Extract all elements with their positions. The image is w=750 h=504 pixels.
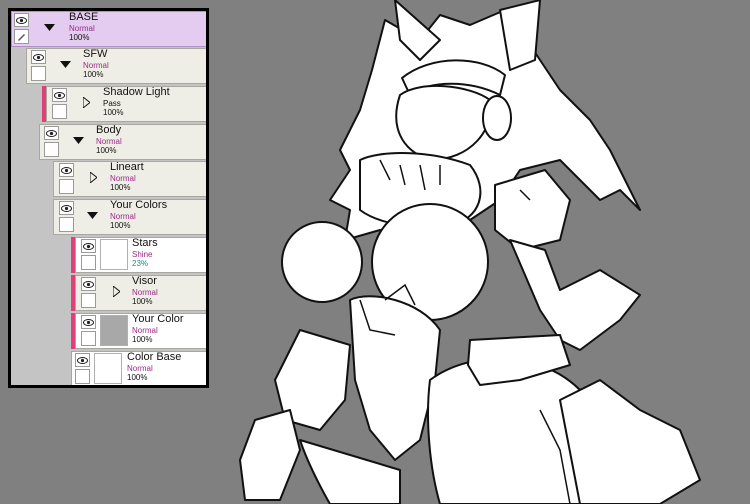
folder-expanded-icon[interactable] bbox=[60, 61, 71, 68]
layer-your-colors[interactable]: Your Colors Normal 100% bbox=[11, 199, 206, 235]
layer-blend-mode: Normal bbox=[69, 24, 95, 33]
layer-thumbnail bbox=[100, 315, 128, 346]
visibility-eye-icon[interactable] bbox=[81, 277, 96, 291]
headphone-icon bbox=[482, 95, 512, 141]
visibility-eye-icon[interactable] bbox=[14, 13, 29, 27]
visibility-eye-icon[interactable] bbox=[59, 163, 74, 177]
layer-opacity: 100% bbox=[110, 183, 131, 192]
pencil-icon[interactable] bbox=[14, 29, 29, 44]
folder-collapsed-icon[interactable] bbox=[113, 286, 120, 297]
lock-box[interactable] bbox=[81, 331, 96, 346]
left-hand bbox=[239, 409, 301, 501]
layer-name: Body bbox=[96, 124, 122, 136]
layer-body[interactable]: Body Normal 100% bbox=[11, 124, 206, 160]
layer-blend-mode: Normal bbox=[110, 174, 136, 183]
layer-name: Lineart bbox=[110, 161, 144, 173]
layer-blend-mode: Normal bbox=[96, 137, 122, 146]
layer-visor[interactable]: Visor Normal 100% bbox=[11, 275, 206, 311]
layer-color-base[interactable]: Color Base Normal 100% bbox=[11, 351, 206, 385]
layer-name: BASE bbox=[69, 11, 99, 23]
visibility-eye-icon[interactable] bbox=[81, 239, 96, 253]
layer-thumbnail bbox=[100, 239, 128, 270]
torso-armor bbox=[349, 295, 441, 461]
lock-box[interactable] bbox=[44, 142, 59, 157]
folder-collapsed-icon[interactable] bbox=[90, 172, 97, 183]
layer-name: Shadow Light bbox=[103, 86, 170, 98]
layer-blend-mode: Shine bbox=[132, 250, 153, 259]
lock-box[interactable] bbox=[31, 66, 46, 81]
layer-opacity: 100% bbox=[103, 108, 124, 117]
layer-blend-mode: Normal bbox=[132, 288, 158, 297]
layer-opacity: 100% bbox=[132, 335, 153, 344]
layer-blend-mode: Pass bbox=[103, 99, 121, 108]
layer-stars[interactable]: Stars Shine 23% bbox=[11, 237, 206, 273]
left-breast bbox=[281, 221, 363, 303]
layer-blend-mode: Normal bbox=[110, 212, 136, 221]
visibility-eye-icon[interactable] bbox=[31, 50, 46, 64]
lower-body bbox=[299, 439, 401, 504]
layer-base[interactable]: BASE Normal 100% bbox=[11, 11, 206, 47]
lock-box[interactable] bbox=[81, 255, 96, 270]
layers-panel: BASE Normal 100% SFW Normal 100% Shadow … bbox=[8, 8, 209, 388]
layer-name: SFW bbox=[83, 48, 108, 60]
layer-name: Visor bbox=[132, 275, 157, 287]
layer-thumbnail bbox=[94, 353, 122, 384]
layer-name: Color Base bbox=[127, 351, 182, 363]
visibility-eye-icon[interactable] bbox=[44, 126, 59, 140]
right-arm bbox=[509, 239, 641, 351]
visibility-eye-icon[interactable] bbox=[52, 88, 67, 102]
layer-lineart[interactable]: Lineart Normal 100% bbox=[11, 161, 206, 197]
visibility-eye-icon[interactable] bbox=[59, 201, 74, 215]
layer-blend-mode: Normal bbox=[127, 364, 153, 373]
folder-collapsed-icon[interactable] bbox=[83, 97, 90, 108]
layer-opacity: 100% bbox=[132, 297, 153, 306]
folder-expanded-icon[interactable] bbox=[44, 24, 55, 31]
layer-opacity: 23% bbox=[132, 259, 149, 268]
folder-expanded-icon[interactable] bbox=[87, 212, 98, 219]
layer-your-color[interactable]: Your Color Normal 100% bbox=[11, 313, 206, 349]
lock-box[interactable] bbox=[75, 369, 90, 384]
layer-sfw[interactable]: SFW Normal 100% bbox=[11, 48, 206, 84]
visibility-eye-icon[interactable] bbox=[81, 315, 96, 329]
layer-blend-mode: Normal bbox=[132, 326, 158, 335]
folder-expanded-icon[interactable] bbox=[73, 137, 84, 144]
layer-opacity: 100% bbox=[96, 146, 117, 155]
visibility-eye-icon[interactable] bbox=[75, 353, 90, 367]
layer-name: Your Colors bbox=[110, 199, 168, 211]
layer-shadow-light[interactable]: Shadow Light Pass 100% bbox=[11, 86, 206, 122]
layer-opacity: 100% bbox=[69, 33, 90, 42]
layer-opacity: 100% bbox=[127, 373, 148, 382]
layer-opacity: 100% bbox=[83, 70, 104, 79]
lock-box[interactable] bbox=[59, 179, 74, 194]
layer-opacity: 100% bbox=[110, 221, 131, 230]
lock-box[interactable] bbox=[81, 293, 96, 308]
shoulder-armor bbox=[494, 169, 571, 251]
layer-blend-mode: Normal bbox=[83, 61, 109, 70]
tail-fur bbox=[559, 379, 701, 504]
lock-box[interactable] bbox=[52, 104, 67, 119]
layer-name: Stars bbox=[132, 237, 158, 249]
layer-name: Your Color bbox=[132, 313, 184, 325]
lock-box[interactable] bbox=[59, 217, 74, 232]
